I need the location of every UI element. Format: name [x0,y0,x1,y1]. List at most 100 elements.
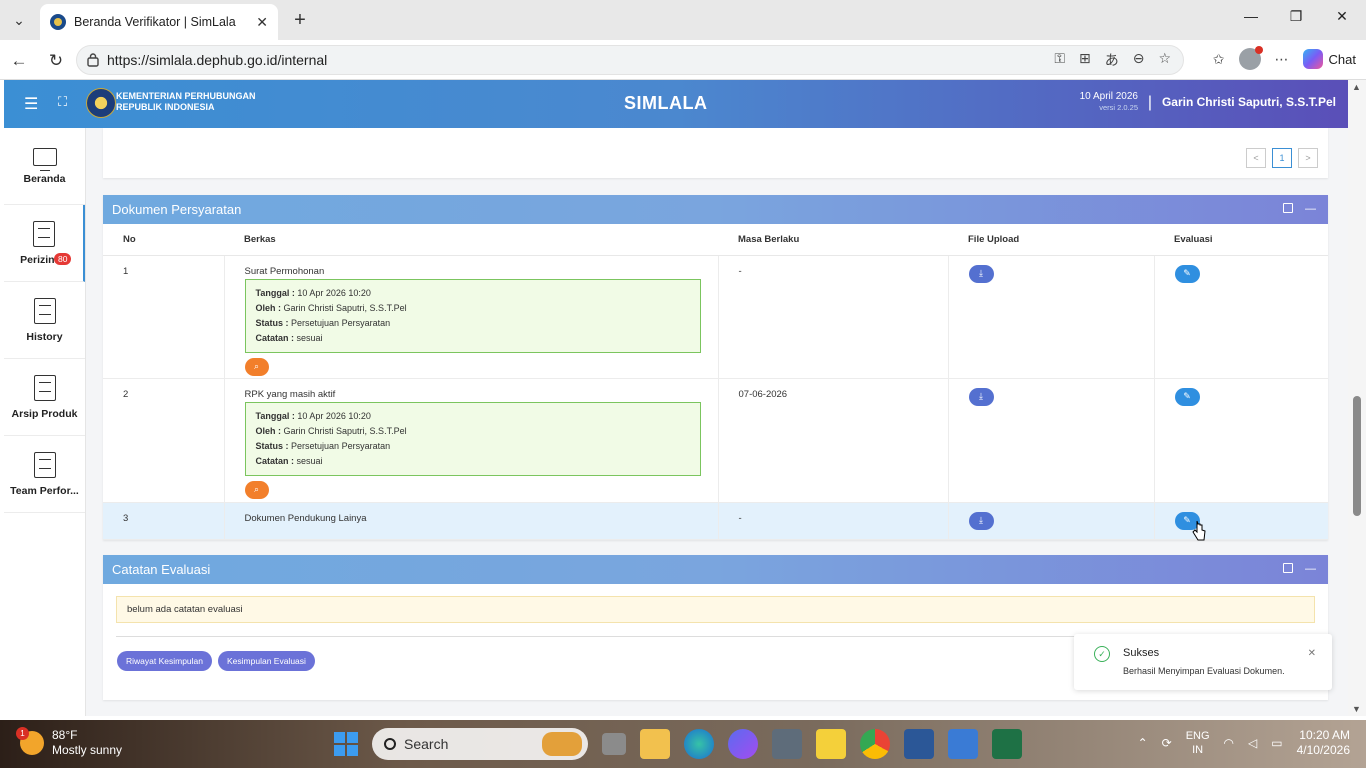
evaluasi-cell: ✎ [1154,502,1328,540]
scroll-thumb[interactable] [1353,396,1361,516]
panel-fullscreen-icon[interactable] [1283,203,1293,213]
download-icon[interactable]: ⤓ [968,511,994,530]
sidebar-item-perizinan[interactable]: Perizinan 80 [4,205,85,282]
excel-icon[interactable] [992,729,1022,759]
sidebar-item-team-performance[interactable]: Team Perfor... [4,436,85,513]
wifi-icon[interactable]: ◠ [1224,736,1234,750]
note-label: Tanggal : [255,410,295,421]
taskbar-apps: Search [334,728,1022,760]
main-content: < 1 > Dokumen Persyaratan — No Berkas Ma… [86,128,1348,716]
chrome-icon[interactable] [860,729,890,759]
url-input[interactable]: https://simlala.dephub.go.id/internal [76,45,1184,75]
panel-collapse-icon[interactable]: — [1305,563,1316,575]
edit-evaluation-icon[interactable]: ✎ [1174,264,1200,283]
zoom-icon[interactable]: ⊖ [1133,50,1145,70]
sync-icon[interactable]: ⟳ [1162,736,1172,750]
header-date: 10 April 2026 versi 2.0.25 [1080,91,1138,113]
view-document-search-icon[interactable]: ⌕ [244,480,269,499]
windows-start-icon[interactable] [334,732,358,756]
minimize-icon[interactable]: — [1236,8,1266,24]
berkas-cell: RPK yang masih aktif Tanggal : 10 Apr 20… [224,378,719,503]
tab-close-icon[interactable]: ✕ [256,14,268,31]
search-icon [384,738,396,750]
scroll-up-icon[interactable]: ▲ [1352,82,1361,92]
back-icon[interactable]: ← [8,50,30,72]
masa-berlaku-cell: - [718,255,949,379]
edge-icon[interactable] [684,729,714,759]
file-explorer-icon[interactable] [640,729,670,759]
evaluation-note: Tanggal : 10 Apr 2026 10:20 Oleh : Garin… [244,278,701,353]
riwayat-kesimpulan-button[interactable]: Riwayat Kesimpulan [117,651,213,671]
app-version: versi 2.0.25 [1099,103,1138,112]
eval-empty-message: belum ada catatan evaluasi [116,596,1315,623]
scroll-down-icon[interactable]: ▼ [1352,704,1361,714]
note-label: Catatan : [255,455,295,466]
panel-header: Dokumen Persyaratan — [103,195,1328,224]
volume-icon[interactable]: ◁ [1248,736,1257,750]
download-icon[interactable]: ⤓ [968,387,994,406]
pager-next-button[interactable]: > [1298,148,1318,168]
view-document-search-icon[interactable]: ⌕ [244,357,269,376]
taskbar-clock[interactable]: 10:20 AM 4/10/2026 [1297,728,1350,758]
sticky-notes-icon[interactable] [816,729,846,759]
note-value: Persetujuan Persyaratan [291,440,391,451]
profile-avatar-icon[interactable] [1238,46,1263,70]
hamburger-menu-icon[interactable]: ☰ [24,94,38,114]
sidebar-item-beranda[interactable]: Beranda [4,128,85,205]
table-header-row: No Berkas Masa Berlaku File Upload Evalu… [103,224,1328,256]
perizinan-count-badge: 80 [54,253,72,265]
browser-tab[interactable]: Beranda Verifikator | SimLala ✕ [40,4,278,40]
page-scrollbar[interactable]: ▲ ▼ [1348,80,1366,716]
row-number: 1 [103,255,225,379]
calculator-icon[interactable] [948,729,978,759]
apps-icon[interactable]: ⊞ [1079,50,1091,70]
language-indicator[interactable]: ENG IN [1186,729,1210,757]
panel-title: Dokumen Persyaratan [112,202,242,217]
task-view-icon[interactable] [602,733,626,755]
close-window-icon[interactable]: ✕ [1327,8,1357,25]
refresh-icon[interactable]: ↻ [45,50,67,72]
tab-list-icon[interactable]: ⌄ [4,6,34,34]
table-row: 1 Surat Permohonan Tanggal : 10 Apr 2026… [103,255,1328,379]
kesimpulan-evaluasi-button[interactable]: Kesimpulan Evaluasi [218,651,315,671]
clock-date: 4/10/2026 [1296,743,1350,757]
panel-fullscreen-icon[interactable] [1283,563,1293,573]
new-tab-icon[interactable]: + [288,8,312,32]
sidebar-item-history[interactable]: History [4,282,85,359]
column-header: Berkas [224,224,718,256]
copilot-icon [1302,49,1323,69]
note-label: Oleh : [255,302,282,313]
user-name[interactable]: Garin Christi Saputri, S.S.T.Pel [1162,95,1336,109]
password-key-icon[interactable]: ⚿ [1054,50,1065,70]
battery-icon[interactable]: ▭ [1271,736,1282,750]
word-icon[interactable] [904,729,934,759]
weather-widget[interactable]: 1 88°F Mostly sunny [16,727,122,758]
fullscreen-icon[interactable]: ⛶ [58,94,67,110]
restore-icon[interactable]: ❐ [1281,8,1311,25]
browser-tabbar: ⌄ Beranda Verifikator | SimLala ✕ + — ❐ … [0,0,1366,40]
document-icon [33,374,56,401]
evaluasi-cell: ✎ [1154,255,1328,379]
download-icon[interactable]: ⤓ [968,264,994,283]
sidebar-item-arsip-produk[interactable]: Arsip Produk [4,359,85,436]
favorite-star-icon[interactable]: ☆ [1158,50,1171,70]
camera-icon[interactable] [772,729,802,759]
edit-evaluation-icon[interactable]: ✎ [1174,387,1200,406]
translate-icon[interactable]: あ [1105,50,1119,70]
panel-title: Catatan Evaluasi [112,562,211,577]
panel-collapse-icon[interactable]: — [1305,203,1316,215]
pager-prev-button[interactable]: < [1246,148,1266,168]
site-info-icon[interactable] [87,53,99,67]
pager-page-button[interactable]: 1 [1272,148,1292,168]
taskbar-search[interactable]: Search [372,728,588,760]
copilot-app-icon[interactable] [728,729,758,759]
note-value: 10 Apr 2026 10:20 [297,410,371,421]
note-label: Status : [255,440,289,451]
favorites-icon[interactable]: ✩ [1213,51,1225,68]
copilot-chat-button[interactable]: Chat [1302,49,1356,69]
toast-close-icon[interactable]: ✕ [1308,648,1316,659]
toast-message: Berhasil Menyimpan Evaluasi Dokumen. [1123,666,1285,676]
note-value: sesuai [296,332,323,343]
show-hidden-icon[interactable]: ⌃ [1138,736,1148,750]
more-icon[interactable]: ⋯ [1275,51,1289,68]
